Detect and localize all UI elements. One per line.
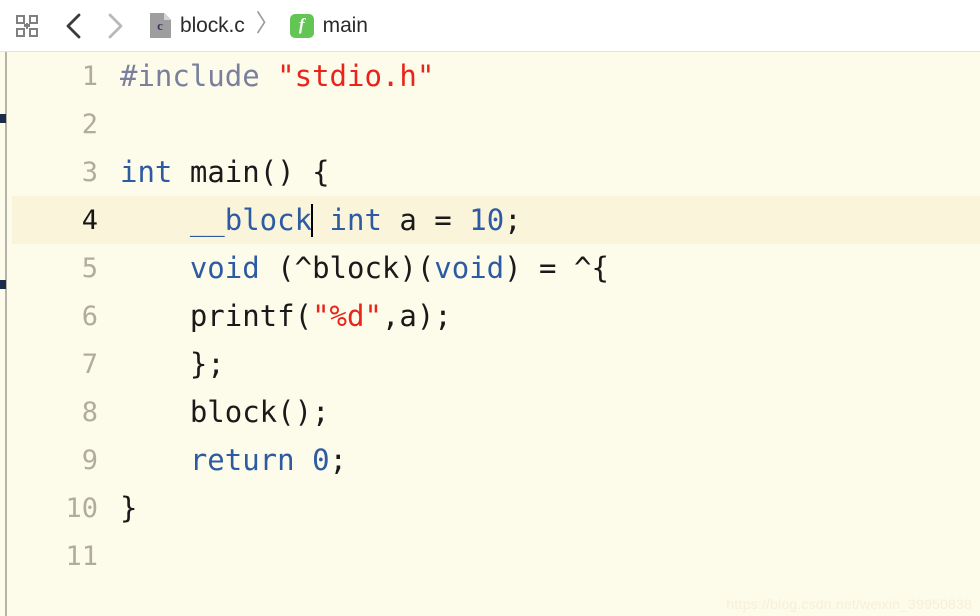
code-token: int [120,154,173,189]
code-line[interactable]: 1 #include "stdio.h" [12,52,980,100]
code-token: "%d" [312,298,382,333]
code-text[interactable]: printf("%d",a); [120,298,452,333]
code-line[interactable]: 9 return 0; [12,436,980,484]
code-line[interactable]: 2 [12,100,980,148]
code-token: } [120,490,138,525]
code-token: int [329,202,382,237]
code-line[interactable]: 6 printf("%d",a); [12,292,980,340]
code-text[interactable]: return 0; [120,442,348,477]
watermark-text: https://blog.csdn.net/weixin_39950838 [726,596,972,612]
code-line[interactable]: 3 int main() { [12,148,980,196]
code-text[interactable]: }; [120,346,225,381]
breadcrumb-item-file[interactable]: c block.c [148,9,247,43]
code-token: 0 [312,442,330,477]
code-token: }; [120,346,225,381]
code-token: printf( [120,298,313,333]
code-line[interactable]: 8 block(); [12,388,980,436]
c-file-icon-glyph: c [157,18,163,33]
code-line[interactable]: 7 }; [12,340,980,388]
code-text[interactable]: #include "stdio.h" [120,58,435,93]
code-text[interactable]: } [120,490,138,525]
line-number: 4 [81,204,98,236]
breadcrumb-toolbar: c block.c 〉 f main [0,0,980,52]
code-line[interactable]: 5 void (^block)(void) = ^{ [12,244,980,292]
grid-layout-button[interactable] [12,11,42,41]
ide-window: c block.c 〉 f main 1 #include "stdio.h" 2 3… [0,0,980,616]
code-text[interactable]: void (^block)(void) = ^{ [120,250,609,285]
line-number: 3 [81,156,98,188]
code-editor[interactable]: 1 #include "stdio.h" 2 3 int main() { 4 __blo… [0,52,980,616]
line-number: 9 [81,444,98,476]
code-token: void [189,250,260,285]
code-token: __block [189,202,313,237]
function-icon-glyph: f [298,15,305,34]
code-token: ; [504,202,522,237]
code-token: ) = ^{ [504,250,609,285]
code-token: block(); [120,394,330,429]
code-text[interactable]: __block int a = 10; [120,202,522,237]
marker-strip-rule [5,52,7,616]
code-text[interactable]: int main() { [120,154,330,189]
code-line[interactable]: 10} [12,484,980,532]
code-lines-container[interactable]: 1 #include "stdio.h" 2 3 int main() { 4 __blo… [12,52,980,616]
code-token: "stdio.h" [277,58,435,93]
line-number: 7 [81,348,98,380]
function-icon: f [289,13,314,38]
forward-button[interactable] [102,11,128,41]
code-line[interactable]: 11 [12,532,980,580]
line-number: 1 [81,60,98,92]
code-token: ,a); [381,298,452,333]
line-number: 6 [81,300,98,332]
code-token: a = [381,202,470,237]
line-number: 8 [81,396,98,428]
line-number: 5 [81,252,98,284]
code-text[interactable]: block(); [120,394,330,429]
line-number: 2 [81,108,98,140]
code-token: () { [259,154,330,189]
line-number: 11 [65,540,98,572]
breadcrumb-item-function[interactable]: f main [288,9,370,43]
gutter-change-marker[interactable] [0,280,6,289]
chevron-left-icon [66,13,80,38]
breadcrumb-function-label: main [322,13,368,37]
code-token: main [189,154,260,189]
code-token: 10 [469,202,505,237]
back-button[interactable] [60,11,86,41]
breadcrumb-file-label: block.c [180,13,245,37]
chevron-right-icon [108,13,122,38]
code-token: ; [329,442,348,477]
c-file-icon: c [150,13,171,38]
line-number: 10 [65,492,98,524]
editor-marker-strip[interactable] [0,52,12,616]
code-token: (^block)( [259,250,435,285]
code-token: return [189,442,295,477]
code-line[interactable]: 4 __block int a = 10; [12,196,980,244]
code-token: void [434,250,505,285]
code-token: #include [120,58,260,93]
gutter-change-marker[interactable] [0,114,6,123]
breadcrumb-separator: 〉 [255,10,280,37]
grid-layout-icon [16,14,38,37]
